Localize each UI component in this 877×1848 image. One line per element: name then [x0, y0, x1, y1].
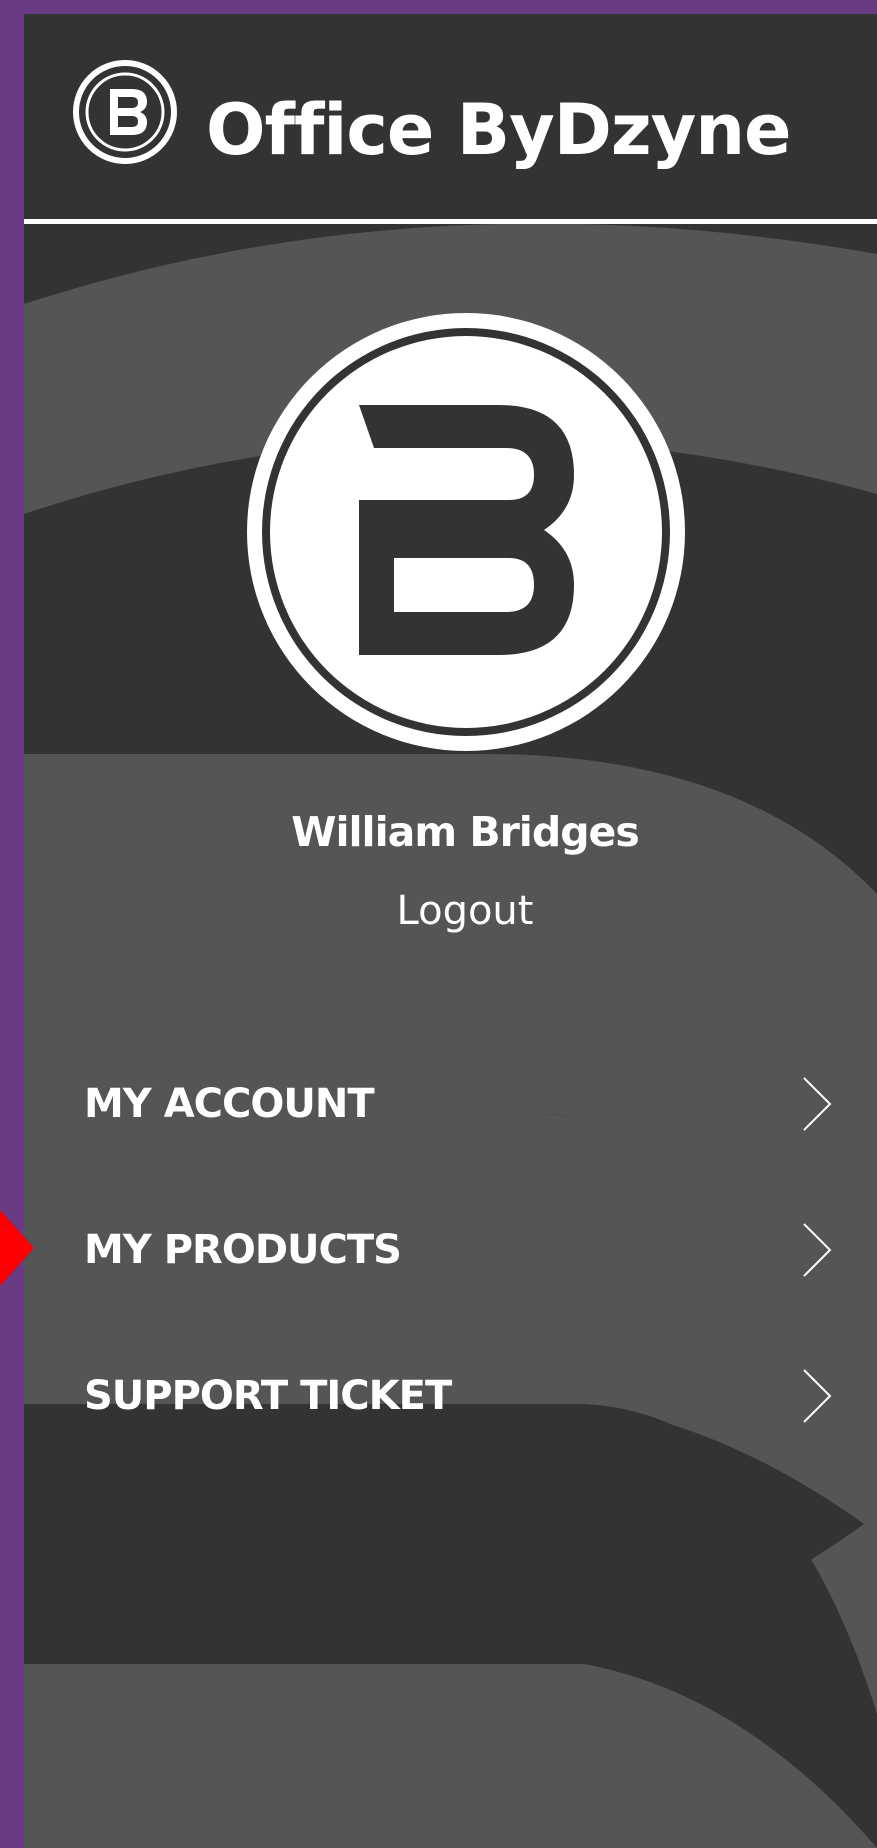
logout-link[interactable]: Logout: [24, 882, 877, 940]
sidebar-panel: Office ByDzyne William Bridges Logout MY…: [24, 14, 877, 1848]
chevron-right-icon: [803, 1369, 832, 1423]
menu-item-my-products[interactable]: MY PRODUCTS: [24, 1190, 877, 1310]
user-name: William Bridges: [291, 808, 640, 856]
app-header: Office ByDzyne: [24, 14, 877, 224]
avatar: [247, 313, 685, 751]
menu-item-label: SUPPORT TICKET: [84, 1373, 452, 1419]
active-item-pointer-icon: [0, 1210, 34, 1286]
app-title: Office ByDzyne: [206, 89, 792, 171]
menu-item-label: MY PRODUCTS: [84, 1227, 402, 1273]
menu-item-my-account[interactable]: MY ACCOUNT: [24, 1044, 877, 1164]
chevron-right-icon: [803, 1223, 832, 1277]
menu-item-label: MY ACCOUNT: [84, 1081, 375, 1127]
brand-logo-icon: [73, 60, 177, 164]
menu-item-support-ticket[interactable]: SUPPORT TICKET: [24, 1336, 877, 1456]
chevron-right-icon: [803, 1077, 832, 1131]
